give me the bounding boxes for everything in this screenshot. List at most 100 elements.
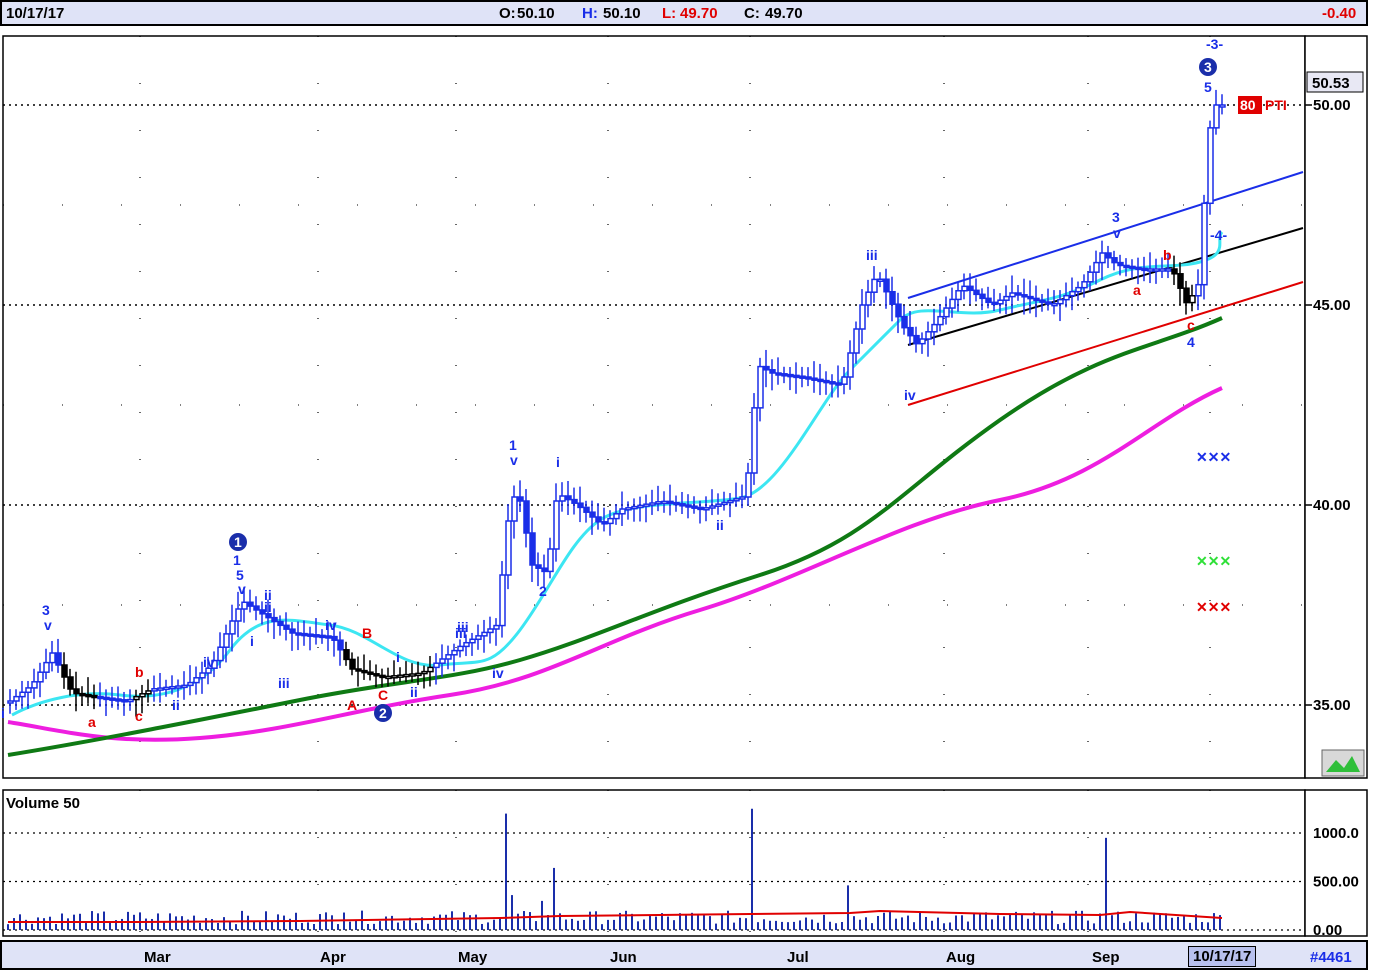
wave-label: v (510, 452, 518, 468)
candle-body (163, 686, 170, 691)
candle-body (499, 574, 506, 627)
month-may: May (458, 949, 488, 966)
candle-body (787, 373, 794, 378)
candle-body (301, 632, 308, 637)
candle-body (997, 299, 1004, 305)
volume-tick-label: 0.00 (1313, 922, 1342, 939)
candle-body (559, 495, 566, 502)
projection-mark-red: ✕✕✕ (1196, 599, 1231, 615)
candle-body (1129, 265, 1136, 270)
candle-body (973, 289, 980, 296)
candle-body (751, 407, 758, 474)
wave-label: iv (325, 617, 337, 633)
month-sep: Sep (1092, 949, 1120, 966)
candle-body (991, 301, 998, 306)
projection-mark-green: ✕✕✕ (1196, 553, 1231, 569)
wave-label: 2 (539, 583, 547, 599)
candle-body (355, 668, 362, 672)
correction-label: a (88, 714, 96, 730)
candle-body (925, 331, 932, 340)
candle-body (13, 695, 20, 702)
wave-label: iv (492, 665, 504, 681)
correction-label: c (1187, 317, 1195, 333)
price-chart[interactable]: 50.00 45.00 40.00 35.00 1000.0 500.00 0.00 50.… (0, 0, 1400, 940)
candle-body (469, 638, 476, 644)
candle-body (169, 685, 176, 690)
candle-body (487, 628, 494, 634)
candle-body (331, 635, 338, 641)
wave-label: ii (172, 697, 180, 713)
candle-body (775, 372, 782, 376)
projection-mark-blue: ✕✕✕ (1196, 449, 1231, 465)
candle-body (901, 315, 908, 329)
wave-label: 1 (233, 552, 241, 568)
candle-body (1201, 202, 1208, 286)
candle-body (367, 671, 374, 675)
candle-body (1075, 286, 1082, 293)
svg-text:✕✕✕: ✕✕✕ (1196, 449, 1231, 465)
candle-body (715, 503, 722, 507)
candle-body (703, 507, 710, 511)
candle-body (583, 506, 590, 513)
candle-body (967, 285, 974, 292)
candle-body (373, 673, 380, 677)
candle-body (391, 675, 398, 679)
circled-wave-label: 2 (379, 705, 387, 721)
correction-label: B (362, 625, 372, 641)
correction-label: b (1163, 247, 1172, 263)
candle-body (139, 693, 146, 698)
candle-body (895, 303, 902, 318)
candle-body (679, 503, 686, 507)
candle-body (733, 498, 740, 502)
candle-body (223, 633, 230, 648)
candle-body (1009, 292, 1016, 298)
candle-body (1027, 295, 1034, 300)
candle-body (721, 501, 728, 506)
candle-body (769, 369, 776, 374)
candle-body (133, 695, 140, 701)
candle-body (1171, 268, 1178, 275)
candle-body (1105, 252, 1112, 259)
candle-body (289, 628, 296, 634)
candle-body (823, 379, 830, 384)
price-tag-suffix: PTI (1265, 97, 1287, 113)
candle-body (157, 687, 164, 691)
candle-body (937, 315, 944, 326)
candle-body (397, 674, 404, 678)
candle-body (67, 676, 74, 690)
candle-body (763, 365, 770, 371)
candle-body (19, 691, 26, 698)
wave-label: iii (457, 619, 469, 635)
candle-body (385, 675, 392, 680)
candle-body (271, 616, 278, 623)
candle-body (613, 513, 620, 520)
chart-settings-icon[interactable] (1321, 749, 1365, 777)
candle-body (817, 378, 824, 383)
volume-tick-label: 500.00 (1313, 874, 1359, 891)
wave-label: i (1, 705, 5, 721)
candle-body (1057, 298, 1064, 305)
candle-body (1045, 301, 1052, 305)
candle-body (475, 635, 482, 641)
price-tick-label: 45.00 (1313, 297, 1351, 314)
price-tag: 80 (1240, 97, 1256, 113)
candle-body (1123, 264, 1130, 269)
candle-body (505, 520, 512, 576)
chart-code: #4461 (1310, 949, 1352, 966)
candle-body (739, 496, 746, 500)
candle-body (151, 688, 158, 692)
candle-body (1207, 127, 1214, 205)
wave-label: iii (866, 247, 878, 263)
candle-body (109, 697, 116, 701)
candle-body (799, 375, 806, 379)
last-price-label: 50.53 (1312, 75, 1350, 92)
candle-body (1051, 302, 1058, 307)
candle-body (541, 567, 548, 573)
candle-body (649, 502, 656, 506)
candle-body (643, 503, 650, 507)
candle-body (445, 654, 452, 660)
candle-body (601, 521, 608, 525)
candle-body (853, 328, 860, 354)
candle-body (1003, 295, 1010, 301)
current-date-badge: 10/17/17 (1188, 946, 1257, 967)
